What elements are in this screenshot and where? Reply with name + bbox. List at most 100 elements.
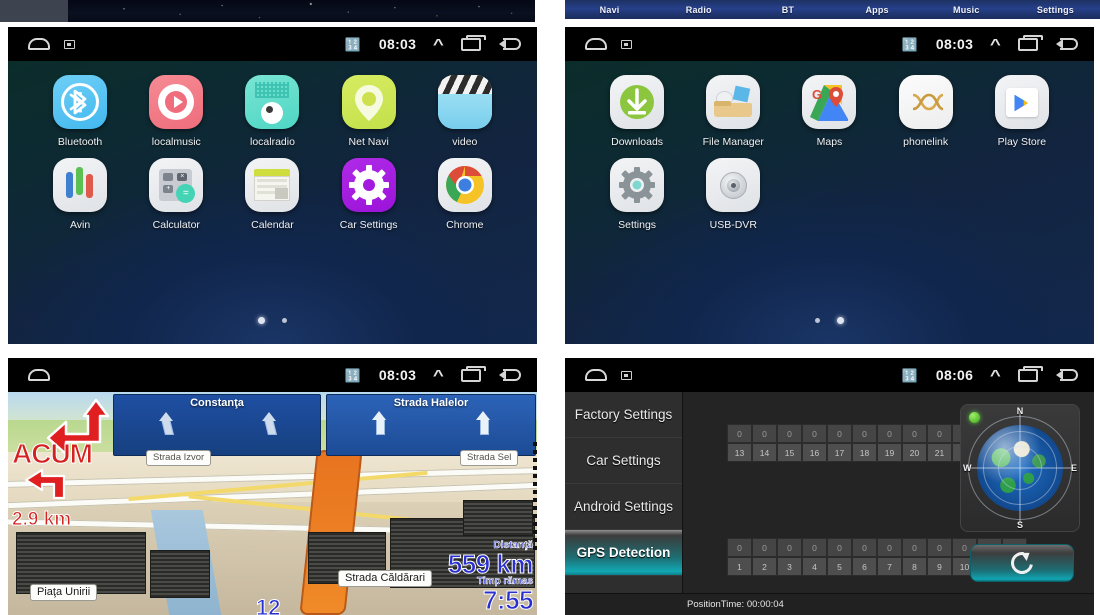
- satellite-id: 20: [902, 443, 927, 462]
- satellite-id: 2: [752, 557, 777, 576]
- app-localmusic[interactable]: localmusic: [128, 75, 224, 148]
- compass-east: E: [1070, 463, 1077, 473]
- sidebar-item-factory-settings[interactable]: Factory Settings: [565, 392, 682, 438]
- map-view[interactable]: Constanţa Strada Halelor Strada Izvor St…: [8, 392, 537, 615]
- satellite-signal: 0: [902, 538, 927, 557]
- app-file-manager[interactable]: File Manager: [685, 75, 781, 148]
- app-net-navi[interactable]: Net Navi: [321, 75, 417, 148]
- chevron-up-icon[interactable]: ^: [990, 368, 1001, 383]
- satellite-signal: 0: [827, 424, 852, 443]
- gps-refresh-button[interactable]: [970, 544, 1074, 582]
- satellite-id: 21: [927, 443, 952, 462]
- launcher-page-1: ⋮ Bluetooth localmusic localradio Net Na…: [8, 61, 537, 344]
- app-cell-empty: [878, 158, 974, 231]
- nav-tab-settings[interactable]: Settings: [1011, 5, 1100, 15]
- clapperboard-icon: [437, 75, 492, 129]
- speed-value: 12: [255, 595, 281, 615]
- page-dot[interactable]: [281, 318, 287, 324]
- status-clock: 08:03: [935, 36, 974, 52]
- sidebar-item-car-settings[interactable]: Car Settings: [565, 438, 682, 484]
- app-label: USB-DVR: [709, 219, 757, 231]
- screenshot-icon[interactable]: [621, 39, 632, 49]
- nav-tab-radio[interactable]: Radio: [654, 5, 743, 15]
- svg-text:G: G: [812, 87, 822, 102]
- street-label: Strada Sel: [460, 450, 519, 466]
- app-phonelink[interactable]: phonelink: [878, 75, 974, 148]
- app-label: Net Navi: [348, 136, 389, 148]
- app-usb-dvr[interactable]: USB-DVR: [685, 158, 781, 231]
- app-calculator[interactable]: × + = Calculator: [128, 158, 224, 231]
- screenshot-icon[interactable]: [64, 39, 75, 49]
- home-icon[interactable]: [585, 369, 607, 381]
- back-icon[interactable]: [499, 38, 521, 50]
- compass-west: W: [963, 463, 972, 473]
- app-car-settings[interactable]: Car Settings: [321, 158, 417, 231]
- time-value: 7:55: [482, 585, 534, 615]
- satellite-signal: 0: [752, 424, 777, 443]
- back-icon[interactable]: [499, 369, 521, 381]
- app-label: Maps: [816, 136, 843, 148]
- app-label: Car Settings: [339, 219, 398, 231]
- app-chrome[interactable]: Chrome: [417, 158, 513, 231]
- nav-tab-apps[interactable]: Apps: [833, 5, 922, 15]
- chevron-up-icon[interactable]: ^: [433, 368, 444, 383]
- satellite-id: 15: [777, 443, 802, 462]
- eta-block: Distanţă 559 km Timp rămas 7:55: [447, 540, 534, 615]
- satellite-signal: 0: [877, 538, 902, 557]
- back-icon[interactable]: [1056, 38, 1078, 50]
- app-maps[interactable]: G Maps: [781, 75, 877, 148]
- chrome-icon: [437, 158, 492, 212]
- satellite-signal: 0: [927, 538, 952, 557]
- settings-sidebar: Factory Settings Car Settings Android Se…: [565, 392, 683, 615]
- home-icon[interactable]: [28, 38, 50, 50]
- satellite-id: 14: [752, 443, 777, 462]
- page-indicator-1: [8, 312, 537, 330]
- app-settings[interactable]: Settings: [589, 158, 685, 231]
- page-dot-active[interactable]: [258, 317, 266, 325]
- chevron-up-icon[interactable]: ^: [990, 37, 1001, 52]
- app-avin[interactable]: Avin: [32, 158, 128, 231]
- app-bluetooth[interactable]: ⋮ Bluetooth: [32, 75, 128, 148]
- app-play-store[interactable]: Play Store: [974, 75, 1070, 148]
- gps-status-footer: PositionTime: 00:00:04: [565, 593, 1094, 615]
- recents-icon[interactable]: [1018, 365, 1043, 382]
- maneuver-now-label: ACUM: [12, 438, 94, 469]
- page-dot[interactable]: [815, 318, 821, 324]
- nav-tab-navi[interactable]: Navi: [565, 5, 654, 15]
- app-grid-page-1: ⋮ Bluetooth localmusic localradio Net Na…: [8, 75, 537, 241]
- satellite-signal: 0: [877, 424, 902, 443]
- compass-south: S: [1016, 520, 1024, 530]
- satellite-id: 17: [827, 443, 852, 462]
- road-sign-secondary-label: Strada Halelor: [393, 397, 469, 409]
- app-label: Chrome: [446, 219, 484, 231]
- map-scrollbar-edge[interactable]: [533, 442, 537, 552]
- satellite-id: 18: [852, 443, 877, 462]
- nav-tab-bt[interactable]: BT: [743, 5, 832, 15]
- street-label: Piaţa Unirii: [30, 584, 98, 601]
- google-maps-icon: G: [802, 75, 857, 129]
- app-downloads[interactable]: Downloads: [589, 75, 685, 148]
- recents-icon[interactable]: [461, 34, 486, 51]
- sidebar-item-android-settings[interactable]: Android Settings: [565, 484, 682, 530]
- recents-icon[interactable]: [1018, 34, 1043, 51]
- home-icon[interactable]: [28, 369, 50, 381]
- back-icon[interactable]: [1056, 369, 1078, 381]
- app-localradio[interactable]: localradio: [224, 75, 320, 148]
- app-video[interactable]: video: [417, 75, 513, 148]
- sidebar-item-gps-detection[interactable]: GPS Detection: [565, 530, 682, 576]
- satellite-signal: 0: [852, 538, 877, 557]
- avin-icon: [53, 158, 108, 212]
- page-dot-active[interactable]: [836, 317, 844, 325]
- bluetooth-glyph: [69, 89, 87, 115]
- nav-tab-music[interactable]: Music: [922, 5, 1011, 15]
- chevron-up-icon[interactable]: ^: [433, 37, 444, 52]
- screenshot-icon[interactable]: [621, 370, 632, 380]
- satellite-id: 13: [727, 443, 752, 462]
- calendar-icon: [245, 158, 300, 212]
- app-calendar[interactable]: Calendar: [224, 158, 320, 231]
- app-cell-empty: [781, 158, 877, 231]
- recents-icon[interactable]: [461, 365, 486, 382]
- launcher-page-1-panel: 🔢 08:03 ^ ⋮ Bluetooth localmusic localra…: [8, 27, 537, 344]
- home-icon[interactable]: [585, 38, 607, 50]
- compass-north: N: [1016, 406, 1024, 416]
